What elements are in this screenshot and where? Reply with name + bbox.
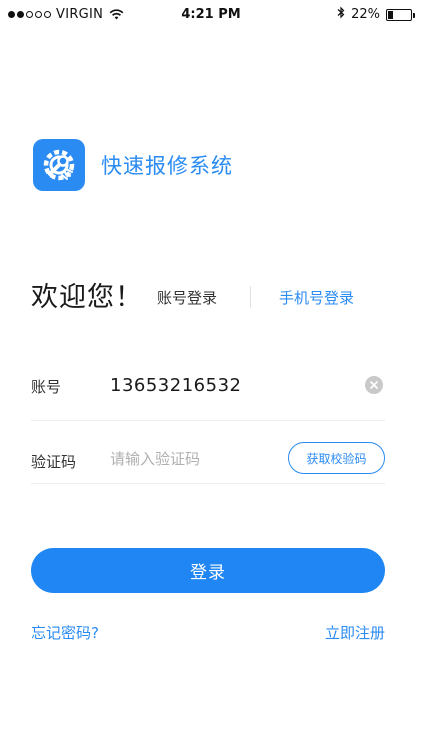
app-title: 快速报修系统 [101,154,233,178]
battery-percent: 22% [351,7,380,22]
wrench-gear-icon [33,139,85,191]
brand-header: 快速报修系统 [33,139,233,191]
bluetooth-icon [337,6,345,23]
status-bar: VIRGIN 4:21 PM 22% [0,0,422,30]
login-screen: VIRGIN 4:21 PM 22% 快速报修系统 欢迎您！ 账号登录 手机号登… [0,0,422,750]
clear-icon[interactable] [365,376,383,394]
tab-divider [250,286,251,308]
forgot-password-link[interactable]: 忘记密码? [31,622,99,643]
login-button[interactable]: 登录 [31,548,385,593]
welcome-heading: 欢迎您！ [31,282,143,313]
code-label: 验证码 [31,453,77,471]
battery-fill [388,10,393,19]
tab-phone-login[interactable]: 手机号登录 [279,287,354,308]
status-right: 22% [337,6,415,23]
tab-account-login[interactable]: 账号登录 [157,287,217,308]
code-input[interactable] [110,446,280,472]
verification-code-row: 验证码 获取校验码 [31,410,385,484]
login-tabs: 欢迎您！ 账号登录 手机号登录 [31,275,391,315]
account-label: 账号 [31,378,62,396]
register-link[interactable]: 立即注册 [325,622,385,643]
get-code-button[interactable]: 获取校验码 [288,442,385,474]
battery-icon [386,8,415,21]
account-input[interactable] [110,371,350,399]
